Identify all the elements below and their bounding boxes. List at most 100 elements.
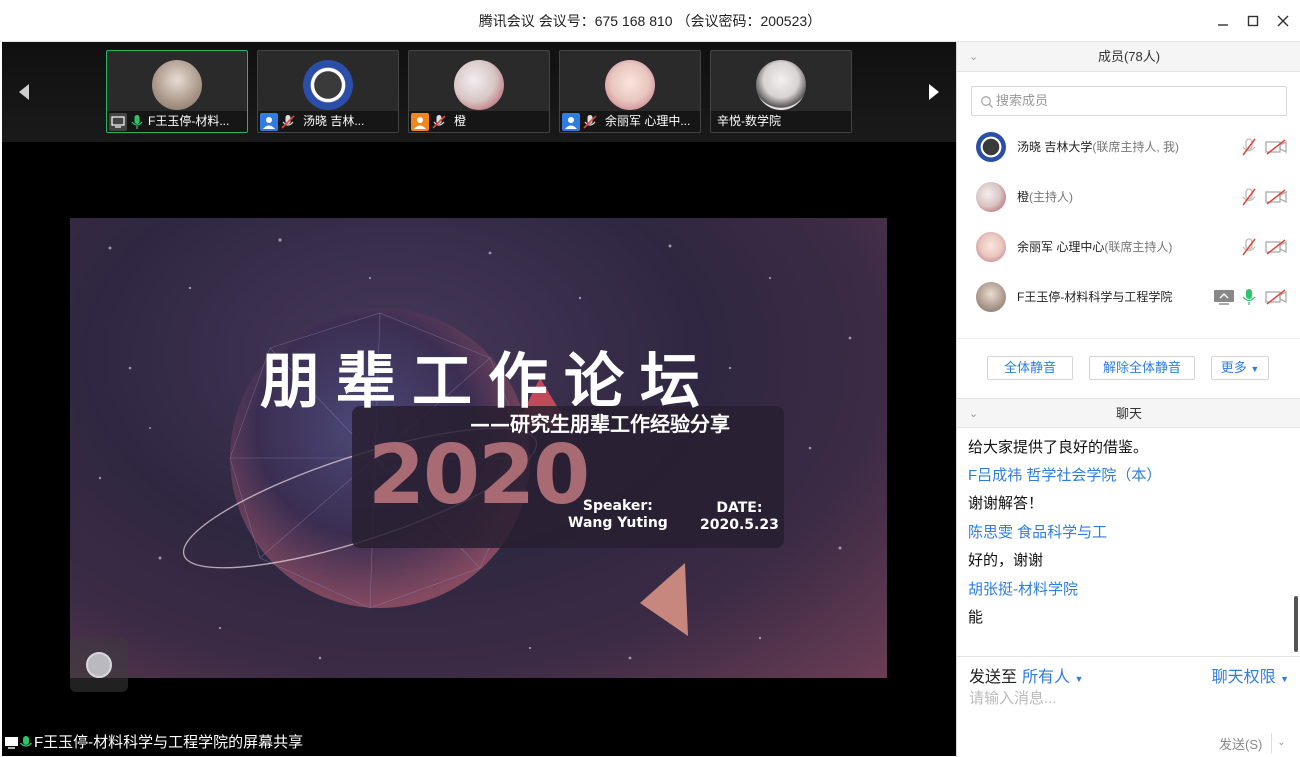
- participant-name: 汤晓 吉林...: [303, 114, 365, 128]
- more-label: 更多: [1220, 360, 1247, 375]
- mic-muted-icon[interactable]: [1241, 238, 1257, 261]
- chat-permissions-dropdown[interactable]: 聊天权限 ▼: [1212, 663, 1289, 687]
- camera-off-icon[interactable]: [1265, 189, 1287, 210]
- member-row[interactable]: 橙(主持人): [957, 172, 1300, 222]
- avatar: [756, 60, 806, 110]
- mic-muted-icon[interactable]: [1241, 188, 1257, 211]
- send-to-label: 发送至: [969, 669, 1018, 686]
- chat-sender: F吕成祎 哲学社会学院（本）: [968, 467, 1162, 484]
- send-options-chevron-icon[interactable]: ⌄: [1271, 733, 1291, 753]
- chat-message: 好的，谢谢: [968, 552, 1044, 569]
- mic-muted-icon: [430, 113, 448, 131]
- avatar: [976, 282, 1006, 312]
- mic-muted-icon: [581, 113, 599, 131]
- chevron-down-icon[interactable]: ⌄: [969, 399, 978, 429]
- chevron-down-icon: ▼: [1250, 364, 1260, 374]
- avatar: [976, 232, 1006, 262]
- camera-off-icon[interactable]: [1265, 289, 1287, 310]
- video-tile-3[interactable]: 橙: [408, 50, 550, 133]
- send-to-target: 所有人: [1022, 669, 1071, 686]
- participant-name: 余丽军 心理中...: [605, 114, 691, 128]
- mic-muted-icon[interactable]: [1241, 138, 1257, 161]
- member-name-text: 余丽军 心理中心: [1017, 240, 1105, 254]
- mic-muted-icon: [279, 113, 297, 131]
- chat-scrollbar[interactable]: [1294, 596, 1298, 652]
- chevron-down-icon: ▼: [1280, 674, 1289, 684]
- user-icon: [411, 113, 429, 131]
- member-name-text: F王玉停-材料科学与工程学院: [1017, 290, 1173, 304]
- shared-screen-slide: 朋辈工作论坛 ——研究生朋辈工作经验分享 2020 Speaker: Wang …: [70, 218, 887, 678]
- prev-page-icon[interactable]: [16, 82, 32, 102]
- send-to-dropdown[interactable]: 所有人 ▼: [1022, 663, 1083, 687]
- close-button[interactable]: [1273, 11, 1293, 31]
- member-name: F王玉停-材料科学与工程学院: [1017, 272, 1172, 322]
- slide-year: 2020: [368, 428, 590, 523]
- video-tile-4[interactable]: 余丽军 心理中...: [559, 50, 701, 133]
- avatar: [976, 182, 1006, 212]
- user-icon: [562, 113, 580, 131]
- side-panel: ⌄ 成员(78人) 搜索成员 汤晓 吉林大学(联席主持人, 我) 橙(主持人) …: [956, 42, 1300, 757]
- more-button[interactable]: 更多 ▼: [1211, 356, 1269, 380]
- member-controls: 全体静音 解除全体静音 更多 ▼: [957, 338, 1300, 398]
- video-tile-5[interactable]: 辛悦-数学院: [710, 50, 852, 133]
- mic-on-icon: [128, 113, 146, 131]
- member-name: 汤晓 吉林大学(联席主持人, 我): [1017, 122, 1179, 172]
- member-row[interactable]: F王玉停-材料科学与工程学院: [957, 272, 1300, 322]
- mic-on-icon[interactable]: [1241, 288, 1257, 311]
- participant-name: F王玉停-材料...: [148, 114, 230, 128]
- screen-share-icon: [109, 113, 127, 131]
- avatar: [976, 132, 1006, 162]
- member-role: (主持人): [1029, 190, 1074, 204]
- window-title: 腾讯会议 会议号：675 168 810 （会议密码：200523）: [478, 13, 822, 29]
- speaker-name: Wang Yuting: [568, 515, 668, 531]
- chat-message-list: 给大家提供了良好的借鉴。 F吕成祎 哲学社会学院（本） 谢谢解答！ 陈思雯 食品…: [957, 428, 1300, 656]
- avatar: [454, 60, 504, 110]
- member-name: 余丽军 心理中心(联席主持人): [1017, 222, 1172, 272]
- slide-title: 朋辈工作论坛: [260, 347, 716, 417]
- chevron-down-icon[interactable]: ⌄: [969, 42, 978, 72]
- search-placeholder: 搜索成员: [996, 93, 1049, 108]
- user-icon: [260, 113, 278, 131]
- chat-message: 给大家提供了良好的借鉴。: [968, 439, 1149, 456]
- member-role: (联席主持人, 我): [1092, 140, 1180, 154]
- chevron-down-icon: ▼: [1074, 674, 1084, 684]
- chat-permissions-label: 聊天权限: [1211, 669, 1276, 686]
- mute-all-button[interactable]: 全体静音: [987, 356, 1073, 380]
- chat-header[interactable]: ⌄ 聊天: [957, 398, 1300, 428]
- member-search-input[interactable]: 搜索成员: [971, 86, 1287, 116]
- avatar: [303, 60, 353, 110]
- minimize-button[interactable]: [1213, 11, 1233, 31]
- participant-name: 橙: [454, 114, 467, 128]
- camera-off-icon[interactable]: [1265, 239, 1287, 260]
- meeting-stage: F王玉停-材料... 汤晓 吉林... 橙 余丽军 心理中... 辛悦-数学院 …: [2, 42, 956, 756]
- date-label: DATE:: [716, 500, 763, 516]
- participant-name: 辛悦-数学院: [717, 114, 781, 128]
- send-button[interactable]: 发送(S): [1219, 734, 1262, 753]
- video-tile-2[interactable]: 汤晓 吉林...: [257, 50, 399, 133]
- search-icon: [980, 95, 994, 114]
- member-row[interactable]: 余丽军 心理中心(联席主持人): [957, 222, 1300, 272]
- video-tile-1[interactable]: F王玉停-材料...: [106, 50, 248, 133]
- date-value: 2020.5.23: [700, 517, 779, 533]
- screen-share-label: F王玉停-材料科学与工程学院的屏幕共享: [34, 734, 304, 751]
- member-role: (联席主持人): [1104, 240, 1173, 254]
- maximize-button[interactable]: [1243, 11, 1263, 31]
- member-name: 橙(主持人): [1017, 172, 1073, 222]
- chat-compose: 发送至 所有人 ▼ 聊天权限 ▼ 请输入消息... 发送(S) ⌄: [957, 656, 1300, 757]
- screen-share-status-bar: F王玉停-材料科学与工程学院的屏幕共享: [2, 730, 956, 756]
- unmute-all-button[interactable]: 解除全体静音: [1089, 356, 1195, 380]
- floating-record-button[interactable]: [70, 638, 128, 692]
- screen-share-icon: [4, 734, 20, 757]
- chat-message: 谢谢解答！: [968, 495, 1044, 512]
- member-row[interactable]: 汤晓 吉林大学(联席主持人, 我): [957, 122, 1300, 172]
- title-bar: 腾讯会议 会议号：675 168 810 （会议密码：200523）: [0, 0, 1300, 42]
- slide-speaker: Speaker: Wang Yuting: [568, 498, 668, 532]
- next-page-icon[interactable]: [926, 82, 942, 102]
- camera-off-icon[interactable]: [1265, 139, 1287, 160]
- member-name-text: 汤晓 吉林大学: [1017, 140, 1093, 154]
- chat-message: 能: [968, 609, 984, 626]
- members-header[interactable]: ⌄ 成员(78人): [957, 42, 1300, 72]
- mic-on-icon: [19, 734, 33, 757]
- chat-input[interactable]: 请输入消息...: [969, 687, 1057, 708]
- slide-date: DATE: 2020.5.23: [700, 500, 779, 534]
